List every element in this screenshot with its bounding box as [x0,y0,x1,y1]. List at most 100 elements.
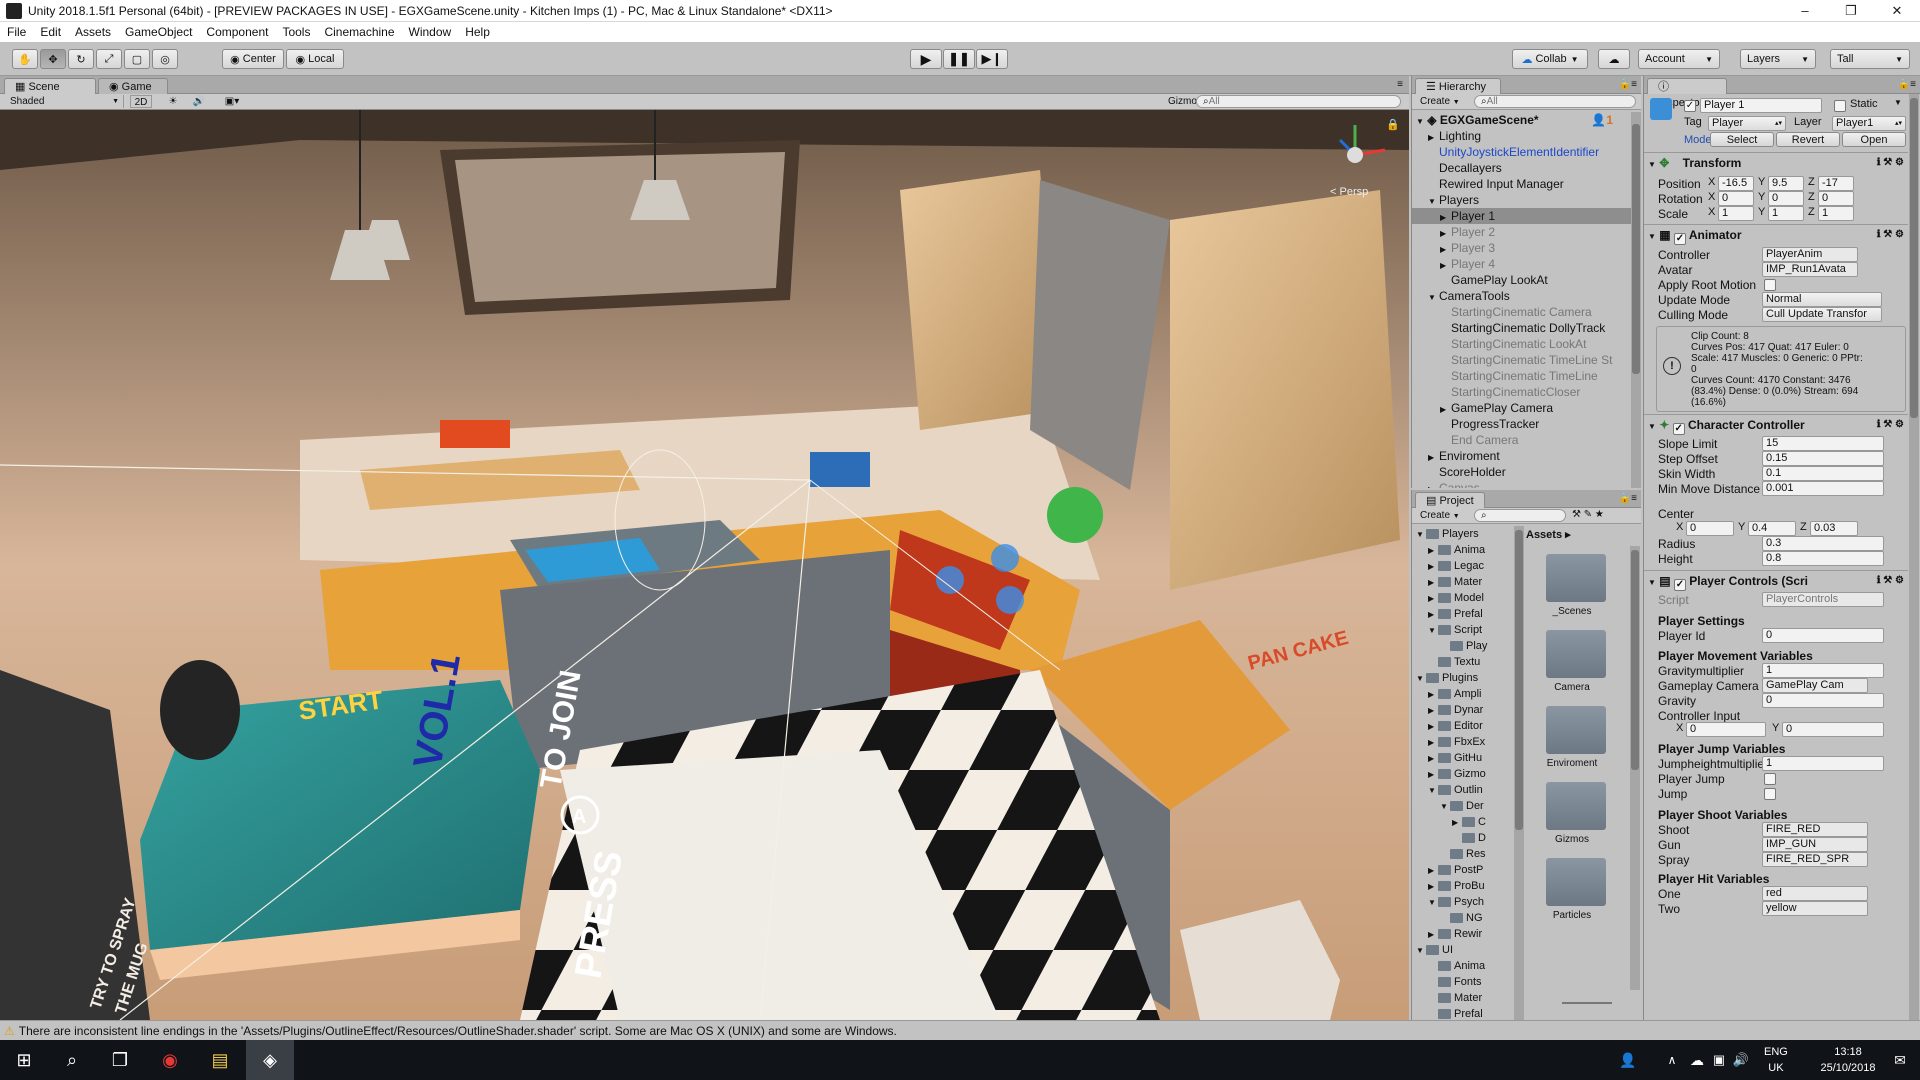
asset-folder-tile[interactable]: Enviroment [1516,700,1628,772]
panel-menu-icon[interactable]: 🔒≡ [1619,79,1637,90]
chevron-down-icon[interactable]: ▼ [1416,527,1426,542]
2d-toggle[interactable]: 2D [130,95,152,108]
cloud-button[interactable]: ☁ [1598,49,1630,69]
chevron-down-icon[interactable]: ▼ [1416,671,1426,686]
asset-folder-tile[interactable]: Camera [1516,624,1628,696]
account-dropdown[interactable]: Account ▼ [1638,49,1720,69]
animator-enabled-checkbox[interactable]: ✓ [1673,233,1686,245]
onedrive-icon[interactable]: ☁ [1686,1040,1708,1080]
shading-mode-dropdown[interactable]: Shaded ▼ [4,95,124,108]
chevron-down-icon[interactable]: ▼ [1428,623,1438,638]
file-explorer-icon[interactable]: ▤ [196,1040,244,1080]
position-x-field[interactable]: -16.5 [1718,176,1754,191]
windows-start-icon[interactable]: ⊞ [0,1040,48,1080]
menu-assets[interactable]: Assets [68,25,118,39]
hierarchy-item[interactable]: ScoreHolder [1412,464,1631,480]
chevron-down-icon[interactable]: ▼ [1416,943,1426,958]
project-folder-row[interactable]: Res [1412,846,1514,862]
position-z-field[interactable]: -17 [1818,176,1854,191]
pause-button[interactable]: ❚❚ [943,49,975,69]
project-create-dropdown[interactable]: Create ▼ [1416,509,1464,522]
player-jump-checkbox[interactable] [1764,773,1776,785]
character-controller-header[interactable]: ▼ ✦ ✓ Character Controller ℹ ⚒ ⚙ [1644,414,1908,435]
menu-help[interactable]: Help [458,25,497,39]
cc-field-input[interactable]: 0.15 [1762,451,1884,466]
unity-taskbar-icon[interactable]: ◈ [246,1040,294,1080]
project-folder-row[interactable]: ▶ Mater [1412,574,1514,590]
component-settings-icon[interactable]: ℹ ⚒ ⚙ [1877,415,1904,435]
chevron-down-icon[interactable]: ▼ [1894,98,1902,107]
center-z-field[interactable]: 0.03 [1810,521,1858,536]
tray-chevron-icon[interactable]: ∧ [1660,1040,1684,1080]
player-id-field[interactable]: 0 [1762,628,1884,643]
rect-tool-button[interactable]: ▢ [124,49,150,69]
chevron-right-icon[interactable]: ▶ [1452,815,1462,830]
project-folder-row[interactable]: ▶ Gizmo [1412,766,1514,782]
chevron-right-icon[interactable]: ▶ [1440,242,1451,256]
controller-input-x[interactable]: 0 [1686,722,1766,737]
hand-tool-button[interactable]: ✋ [12,49,38,69]
play-button[interactable]: ▶ [910,49,942,69]
project-folder-row[interactable]: ▶ Prefal [1412,606,1514,622]
root-motion-checkbox[interactable] [1764,279,1776,291]
notifications-icon[interactable]: ✉ [1886,1040,1914,1080]
hierarchy-item[interactable]: ▶Canvas [1412,480,1631,488]
hierarchy-item[interactable]: ▶ Enviroment [1412,448,1631,464]
hierarchy-item[interactable]: ▶ Player 1 [1412,208,1631,224]
two-field[interactable]: yellow [1762,901,1868,916]
asset-size-slider[interactable] [1562,1002,1612,1004]
shoot-field[interactable]: FIRE_RED [1762,822,1868,837]
project-folder-row[interactable]: Play [1412,638,1514,654]
scale-y-field[interactable]: 1 [1768,206,1804,221]
project-folder-row[interactable]: ▶ PostP [1412,862,1514,878]
hierarchy-item[interactable]: UnityJoystickElementIdentifier [1412,144,1631,160]
chevron-right-icon[interactable]: ▶ [1428,130,1439,144]
project-folder-row[interactable]: ▼ Plugins [1412,670,1514,686]
hierarchy-item[interactable]: ▶ Player 3 [1412,240,1631,256]
gp-camera-field[interactable]: GamePlay Cam [1762,678,1868,693]
tab-project[interactable]: ▤ Project [1415,492,1485,508]
project-folder-row[interactable]: Fonts [1412,974,1514,990]
effects-toggle-icon[interactable]: ▣▾ [218,95,246,108]
project-folder-row[interactable]: Prefal [1412,1006,1514,1020]
cc-field-input[interactable]: 15 [1762,436,1884,451]
chevron-right-icon[interactable]: ▶ [1428,927,1438,942]
chevron-right-icon[interactable]: ▶ [1428,767,1438,782]
task-view-icon[interactable]: ❐ [96,1040,144,1080]
menu-cinemachine[interactable]: Cinemachine [317,25,401,39]
inspector-scrollbar[interactable] [1909,94,1919,1020]
spray-field[interactable]: FIRE_RED_SPR [1762,852,1868,867]
lighting-toggle-icon[interactable]: ☀ [164,95,182,108]
maximize-button[interactable]: ❐ [1828,0,1874,22]
project-folder-row[interactable]: ▶ FbxEx [1412,734,1514,750]
project-folder-row[interactable]: ▶ GitHu [1412,750,1514,766]
project-folder-row[interactable]: ▶ Rewir [1412,926,1514,942]
layers-dropdown[interactable]: Layers ▼ [1740,49,1816,69]
radius-field[interactable]: 0.3 [1762,536,1884,551]
project-folder-row[interactable]: ▶ Model [1412,590,1514,606]
project-asset-thumb[interactable] [1631,550,1639,770]
gravity-field[interactable]: 0 [1762,693,1884,708]
hierarchy-item[interactable]: ▼ Players [1412,192,1631,208]
culling-mode-dropdown[interactable]: Cull Update Transfor [1762,307,1882,322]
hierarchy-scroll-thumb[interactable] [1632,124,1640,374]
chevron-right-icon[interactable]: ▶ [1440,226,1451,240]
chevron-right-icon[interactable]: ▶ [1428,751,1438,766]
hierarchy-create-dropdown[interactable]: Create ▼ [1416,95,1464,108]
panel-menu-icon[interactable]: 🔒≡ [1619,493,1637,504]
hierarchy-item[interactable]: ▶ Player 4 [1412,256,1631,272]
project-folder-row[interactable]: ▶ ProBu [1412,878,1514,894]
controller-field[interactable]: PlayerAnim [1762,247,1858,262]
project-folder-row[interactable]: ▼ Script [1412,622,1514,638]
project-folder-row[interactable]: ▶ C [1412,814,1514,830]
project-folder-row[interactable]: ▶ Dynar [1412,702,1514,718]
chevron-down-icon[interactable]: ▼ [1428,290,1439,304]
tab-game[interactable]: ◉ Game [98,78,168,94]
scene-search-input[interactable]: ⌕All [1196,95,1401,108]
component-settings-icon[interactable]: ℹ ⚒ ⚙ [1877,571,1904,591]
cc-field-input[interactable]: 0.1 [1762,466,1884,481]
hierarchy-item[interactable]: Decallayers [1412,160,1631,176]
update-mode-dropdown[interactable]: Normal [1762,292,1882,307]
project-folder-row[interactable]: ▼ Der [1412,798,1514,814]
chevron-right-icon[interactable]: ▶ [1428,863,1438,878]
